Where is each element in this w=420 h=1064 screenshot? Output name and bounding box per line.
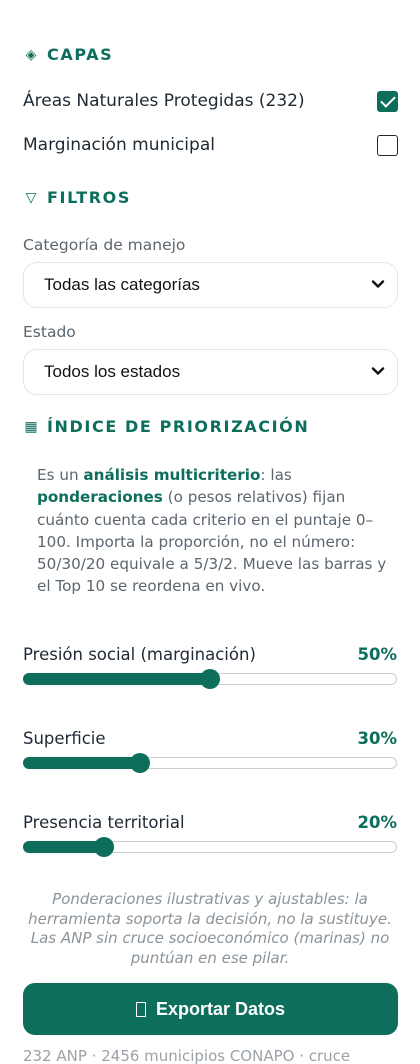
layer-label-anp: Áreas Naturales Protegidas (232) bbox=[23, 91, 305, 111]
slider-label-superficie: Superficie bbox=[23, 729, 106, 748]
slider-fill bbox=[23, 673, 210, 685]
diamond-icon: ◈ bbox=[25, 46, 37, 63]
slider-value-presion: 50% bbox=[357, 645, 398, 664]
slider-thumb[interactable] bbox=[200, 669, 220, 689]
slider-thumb[interactable] bbox=[129, 753, 150, 773]
layer-checkbox-marginacion[interactable] bbox=[377, 134, 398, 156]
file-icon bbox=[135, 1001, 146, 1017]
slider-presencia[interactable] bbox=[23, 837, 397, 857]
footer-stats: 232 ANP · 2456 municipios CONAPO · cruce bbox=[23, 1047, 351, 1064]
grid-icon: ▦ bbox=[24, 418, 38, 435]
export-data-button[interactable]: Exportar Datos bbox=[23, 983, 398, 1035]
state-select-value: Todos los estados bbox=[44, 362, 181, 381]
layers-heading: ◈ CAPAS bbox=[23, 45, 113, 64]
slider-superficie[interactable] bbox=[23, 753, 397, 773]
slider-thumb[interactable] bbox=[94, 837, 115, 857]
chevron-down-icon bbox=[371, 280, 385, 288]
funnel-icon: ▽ bbox=[25, 189, 37, 206]
state-label: Estado bbox=[23, 323, 76, 341]
slider-fill bbox=[23, 841, 105, 853]
category-select[interactable]: Todas las categorías bbox=[23, 262, 398, 308]
filters-heading: ▽ FILTROS bbox=[23, 188, 131, 207]
category-label: Categoría de manejo bbox=[23, 236, 186, 254]
state-select[interactable]: Todos los estados bbox=[23, 349, 398, 395]
priority-description: Es un análisis multicriterio: las ponder… bbox=[37, 466, 387, 596]
layer-checkbox-anp[interactable] bbox=[377, 90, 398, 112]
slider-fill bbox=[23, 757, 140, 769]
slider-presion[interactable] bbox=[23, 669, 397, 689]
layer-row-marginacion[interactable]: Marginación municipal bbox=[23, 132, 398, 158]
slider-value-presencia: 20% bbox=[357, 813, 398, 832]
layer-row-anp[interactable]: Áreas Naturales Protegidas (232) bbox=[23, 88, 398, 114]
term-multicriterio: análisis multicriterio bbox=[83, 466, 261, 484]
slider-label-presion: Presión social (marginación) bbox=[23, 645, 256, 664]
layers-title: CAPAS bbox=[47, 45, 114, 64]
priority-heading: ▦ ÍNDICE DE PRIORIZACIÓN bbox=[23, 417, 309, 436]
category-select-value: Todas las categorías bbox=[44, 275, 200, 294]
filters-title: FILTROS bbox=[47, 188, 131, 207]
term-ponderaciones: ponderaciones bbox=[37, 488, 163, 507]
chevron-down-icon bbox=[371, 367, 385, 375]
priority-title: ÍNDICE DE PRIORIZACIÓN bbox=[47, 417, 310, 436]
slider-value-superficie: 30% bbox=[357, 729, 398, 748]
weights-note: Ponderaciones ilustrativas y ajustables:… bbox=[28, 890, 392, 967]
export-data-label: Exportar Datos bbox=[155, 998, 286, 1019]
slider-label-presencia: Presencia territorial bbox=[23, 813, 185, 832]
layer-label-marginacion: Marginación municipal bbox=[23, 135, 215, 155]
